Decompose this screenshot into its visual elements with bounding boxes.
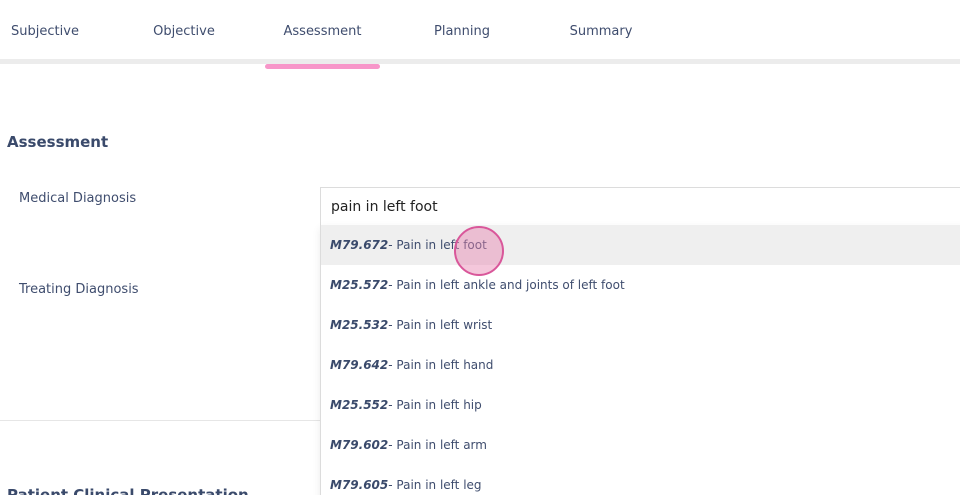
diagnosis-code: M79.605	[330, 478, 389, 492]
diagnosis-option[interactable]: M25.552 - Pain in left hip	[321, 385, 960, 425]
tab-label: Objective	[153, 23, 215, 39]
diagnosis-option[interactable]: M79.672 - Pain in left foot	[321, 225, 960, 265]
tab-label: Subjective	[11, 23, 79, 39]
diagnosis-description: - Pain in left foot	[388, 238, 487, 252]
section-title-patient-clinical-presentation: Patient Clinical Presentation	[7, 486, 249, 495]
diagnosis-description: - Pain in left arm	[388, 438, 487, 452]
diagnosis-option[interactable]: M79.642 - Pain in left hand	[321, 345, 960, 385]
section-title-assessment: Assessment	[7, 133, 109, 151]
tab-label: Planning	[434, 23, 490, 39]
tab-bar: Subjective Objective Assessment Planning…	[0, 0, 960, 69]
diagnosis-code: M25.572	[330, 278, 389, 292]
section-divider	[0, 420, 320, 421]
diagnosis-description: - Pain in left hip	[388, 398, 482, 412]
diagnosis-option[interactable]: M25.532 - Pain in left wrist	[321, 305, 960, 345]
soap-note-page: Subjective Objective Assessment Planning…	[0, 0, 960, 495]
diagnosis-code: M25.552	[330, 398, 389, 412]
diagnosis-code: M25.532	[330, 318, 389, 332]
tab-objective[interactable]: Objective	[138, 0, 230, 64]
diagnosis-description: - Pain in left leg	[388, 478, 482, 492]
diagnosis-description: - Pain in left wrist	[388, 318, 493, 332]
diagnosis-code: M79.672	[330, 238, 389, 252]
diagnosis-code: M79.642	[330, 358, 389, 372]
tab-summary[interactable]: Summary	[553, 0, 649, 64]
tab-label: Assessment	[283, 23, 362, 39]
tab-label: Summary	[569, 23, 633, 39]
tab-planning[interactable]: Planning	[418, 0, 506, 64]
diagnosis-description: - Pain in left ankle and joints of left …	[388, 278, 625, 292]
medical-diagnosis-label: Medical Diagnosis	[19, 191, 137, 206]
diagnosis-suggestions-dropdown: M79.672 - Pain in left foot M25.572 - Pa…	[320, 225, 960, 495]
medical-diagnosis-search-input[interactable]	[320, 187, 960, 227]
diagnosis-description: - Pain in left hand	[388, 358, 494, 372]
tab-subjective[interactable]: Subjective	[0, 0, 90, 64]
tab-assessment[interactable]: Assessment	[265, 0, 380, 69]
diagnosis-option[interactable]: M79.602 - Pain in left arm	[321, 425, 960, 465]
diagnosis-option[interactable]: M25.572 - Pain in left ankle and joints …	[321, 265, 960, 305]
diagnosis-option[interactable]: M79.605 - Pain in left leg	[321, 465, 960, 495]
treating-diagnosis-label: Treating Diagnosis	[19, 282, 139, 297]
diagnosis-code: M79.602	[330, 438, 389, 452]
